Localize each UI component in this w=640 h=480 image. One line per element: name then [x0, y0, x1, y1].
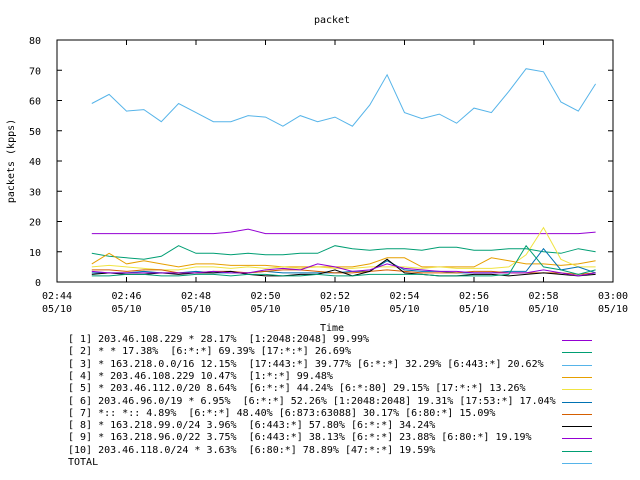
x-tick-date: 05/10	[320, 304, 350, 315]
x-tick-date: 05/10	[250, 304, 280, 315]
series-line-1	[91, 228, 596, 235]
chart: packet 0 10 20 30 40 50 60 70 80 02:44 05/10 02:46…	[6, 15, 628, 334]
x-axis: 02:44 05/10 02:46 05/10 02:48 05/10 02:50 05/10…	[42, 40, 628, 315]
series-line-8	[91, 258, 596, 277]
y-axis: 0 10 20 30 40 50 60 70 80	[29, 36, 613, 289]
y-axis-label: packets (kpps)	[6, 119, 17, 203]
x-tick-date: 05/10	[111, 304, 141, 315]
x-tick-date: 05/10	[459, 304, 489, 315]
x-tick-date: 05/10	[528, 304, 558, 315]
x-tick-label: 02:58	[528, 291, 558, 302]
y-tick-label: 50	[29, 127, 41, 138]
series-line-3	[91, 68, 597, 127]
x-tick-label: 02:54	[389, 291, 419, 302]
x-tick-date: 05/10	[598, 304, 628, 315]
x-tick-date: 05/10	[389, 304, 419, 315]
series-layer	[91, 68, 597, 277]
y-tick-label: 80	[29, 36, 41, 47]
x-tick-label: 02:56	[459, 291, 489, 302]
y-tick-label: 10	[29, 248, 41, 259]
x-tick-label: 02:50	[250, 291, 280, 302]
y-tick-label: 70	[29, 66, 41, 77]
x-tick-date: 05/10	[42, 304, 72, 315]
y-tick-label: 0	[35, 278, 41, 289]
y-tick-label: 20	[29, 218, 41, 229]
x-axis-label: Time	[320, 323, 344, 334]
chart-title: packet	[314, 15, 350, 26]
x-tick-date: 05/10	[181, 304, 211, 315]
x-tick-label: 02:46	[111, 291, 141, 302]
series-line-2	[91, 245, 596, 260]
y-tick-label: 30	[29, 187, 41, 198]
x-tick-label: 02:48	[181, 291, 211, 302]
x-tick-label: 02:52	[320, 291, 350, 302]
y-tick-label: 40	[29, 157, 41, 168]
x-tick-label: 02:44	[42, 291, 72, 302]
x-tick-label: 03:00	[598, 291, 628, 302]
y-tick-label: 60	[29, 97, 41, 108]
